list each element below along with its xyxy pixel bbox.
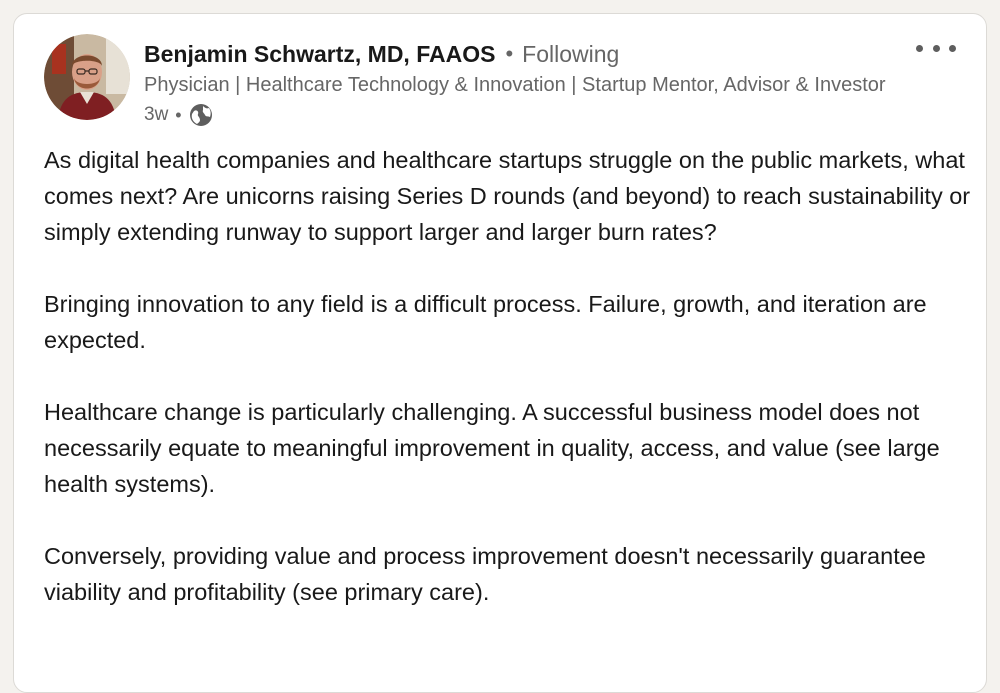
separator-dot: • [505,41,514,66]
separator-dot: • [175,104,182,125]
author-photo [44,34,130,120]
author-header: Benjamin Schwartz, MD, FAAOS • Following [144,38,619,70]
author-avatar[interactable] [44,34,130,120]
post-paragraph: Healthcare change is particularly challe… [44,399,940,497]
post-timestamp[interactable]: 3w [144,104,168,126]
feed-post-card: Benjamin Schwartz, MD, FAAOS • Following… [13,13,987,693]
post-text: As digital health companies and healthca… [44,142,974,646]
author-headline: Physician | Healthcare Technology & Inno… [144,74,886,96]
post-paragraph: As digital health companies and healthca… [44,147,971,245]
post-paragraph: Conversely, providing value and process … [44,543,926,605]
author-name[interactable]: Benjamin Schwartz, MD, FAAOS [144,41,495,68]
post-paragraph: Bringing innovation to any field is a di… [44,291,927,353]
follow-status: Following [522,40,620,67]
more-options-button[interactable] [916,36,956,60]
post-meta: 3w • [144,102,214,128]
ellipsis-icon [916,44,923,52]
globe-icon [188,102,214,128]
